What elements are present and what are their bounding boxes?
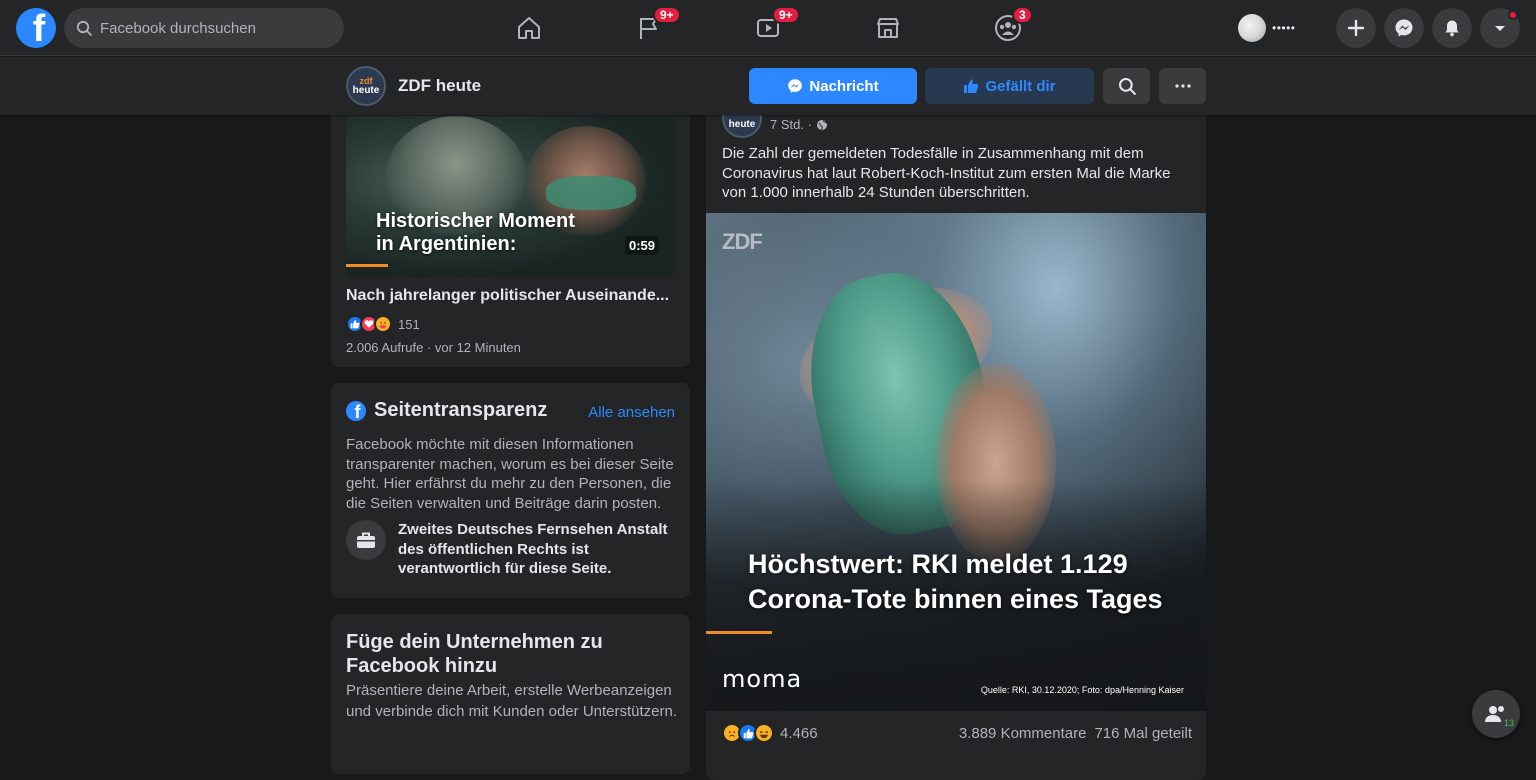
haha-reaction-icon [754, 723, 774, 743]
transparency-header: f Seitentransparenz [346, 399, 547, 422]
responsible-text: Zweites Deutsches Fernsehen Anstalt des … [398, 521, 668, 577]
account-menu-button[interactable] [1480, 8, 1520, 48]
video-thumbnail[interactable]: Historischer Moment in Argentinien: 0:59 [346, 116, 675, 277]
image-source-credit: Quelle: RKI, 30.12.2020; Foto: dpa/Henni… [980, 685, 1184, 695]
page-more-button[interactable] [1159, 68, 1206, 104]
video-title[interactable]: Nach jahrelanger politischer Auseinande.… [346, 287, 676, 305]
post-text: Die Zahl der gemeldeten Todesfälle in Zu… [722, 145, 1171, 201]
post-stats: 4.466 3.889 Kommentare 716 Mal geteilt [722, 723, 1192, 743]
briefcase-icon [346, 520, 386, 560]
shares-count[interactable]: 716 Mal geteilt [1094, 725, 1192, 742]
nav-pages[interactable]: 9+ [629, 6, 681, 48]
search-icon [76, 20, 92, 36]
messenger-button[interactable] [1384, 8, 1424, 48]
video-progress-bar [346, 264, 388, 267]
nav-home[interactable] [509, 8, 549, 48]
plus-icon [1347, 19, 1365, 37]
profile-name: ••••• [1272, 21, 1296, 35]
care-reaction-icon [374, 315, 392, 333]
marketplace-icon [877, 18, 899, 38]
image-headline: Höchstwert: RKI meldet 1.129 Corona-Tote… [748, 549, 1163, 614]
page-avatar[interactable]: zdf heute [346, 66, 386, 106]
video-duration: 0:59 [624, 236, 659, 255]
business-description: Präsentiere deine Arbeit, erstelle Werbe… [346, 682, 678, 720]
profile-chip[interactable]: ••••• [1238, 12, 1296, 44]
search-input[interactable] [100, 19, 320, 37]
pages-badge: 9+ [653, 6, 681, 24]
comments-count[interactable]: 3.889 Kommentare [959, 725, 1087, 742]
post-reaction-count[interactable]: 4.466 [780, 725, 818, 742]
thumbnail-mask [546, 176, 636, 210]
video-reactions[interactable]: 151 [346, 315, 420, 333]
thumbs-up-icon [964, 79, 979, 93]
create-button[interactable] [1336, 8, 1376, 48]
page-search-button[interactable] [1103, 68, 1150, 104]
message-button[interactable]: Nachricht [749, 68, 917, 104]
search-icon [1118, 78, 1136, 95]
avatar-heute-text: heute [352, 84, 380, 96]
message-button-label: Nachricht [809, 77, 879, 95]
user-avatar [1238, 14, 1266, 42]
contacts-online-count: 13 [1503, 718, 1514, 728]
bell-icon [1445, 20, 1459, 37]
overlay-title-line2: in Argentinien: [376, 233, 517, 255]
responsible-organization: Zweites Deutsches Fernsehen Anstalt des … [346, 520, 668, 579]
business-title: Füge dein Unternehmen zu Facebook hinzu [346, 631, 603, 677]
see-all-link[interactable]: Alle ansehen [588, 404, 675, 421]
search-box[interactable] [64, 8, 344, 48]
facebook-logo-icon[interactable]: f [16, 8, 56, 48]
home-icon [518, 17, 540, 39]
zdf-watermark: ZDF [722, 229, 763, 254]
top-navigation-bar: f 9+ 9+ 3 ••••• [0, 0, 1536, 56]
page-transparency-card: f Seitentransparenz Alle ansehen Faceboo… [331, 383, 690, 598]
nav-groups[interactable]: 3 [988, 6, 1033, 48]
post-timestamp[interactable]: 7 Std. · [770, 117, 828, 132]
post-time-text: 7 Std. · [770, 117, 812, 132]
page-header-bar: zdf heute ZDF heute Nachricht Gefällt di… [0, 57, 1536, 115]
globe-icon [816, 119, 827, 130]
like-page-button[interactable]: Gefällt dir [925, 68, 1094, 104]
messenger-icon [1395, 19, 1413, 37]
page-name[interactable]: ZDF heute [398, 76, 481, 96]
watch-badge: 9+ [772, 6, 800, 24]
video-reaction-count: 151 [398, 316, 420, 332]
nav-marketplace[interactable] [868, 8, 908, 48]
transparency-title: Seitentransparenz [374, 399, 548, 421]
image-accent-line [706, 631, 772, 634]
post-image[interactable]: ZDF Höchstwert: RKI meldet 1.129 Corona-… [706, 213, 1206, 711]
video-card: Historischer Moment in Argentinien: 0:59… [331, 100, 690, 367]
feed-post: heute 7 Std. · Die Zahl der gemeldeten T… [706, 100, 1206, 780]
chevron-down-icon [1495, 26, 1505, 31]
more-dots-icon [1174, 84, 1191, 88]
transparency-description: Facebook möchte mit diesen Informationen… [346, 436, 674, 512]
post-avatar-heute-text: heute [728, 119, 756, 130]
contacts-fab-button[interactable]: 13 [1472, 690, 1520, 738]
notifications-button[interactable] [1432, 8, 1472, 48]
like-button-label: Gefällt dir [985, 77, 1056, 95]
groups-badge: 3 [1012, 6, 1033, 24]
video-overlay-title: Historischer Moment in Argentinien: [376, 210, 575, 256]
moma-logo: moma [722, 665, 803, 693]
messenger-icon [788, 79, 803, 93]
add-business-card: Füge dein Unternehmen zu Facebook hinzu … [331, 614, 690, 774]
facebook-icon: f [346, 400, 366, 421]
account-notification-dot [1508, 10, 1518, 20]
video-meta: 2.006 Aufrufe · vor 12 Minuten [346, 340, 521, 355]
overlay-title-line1: Historischer Moment [376, 210, 575, 232]
nav-watch[interactable]: 9+ [748, 6, 800, 48]
